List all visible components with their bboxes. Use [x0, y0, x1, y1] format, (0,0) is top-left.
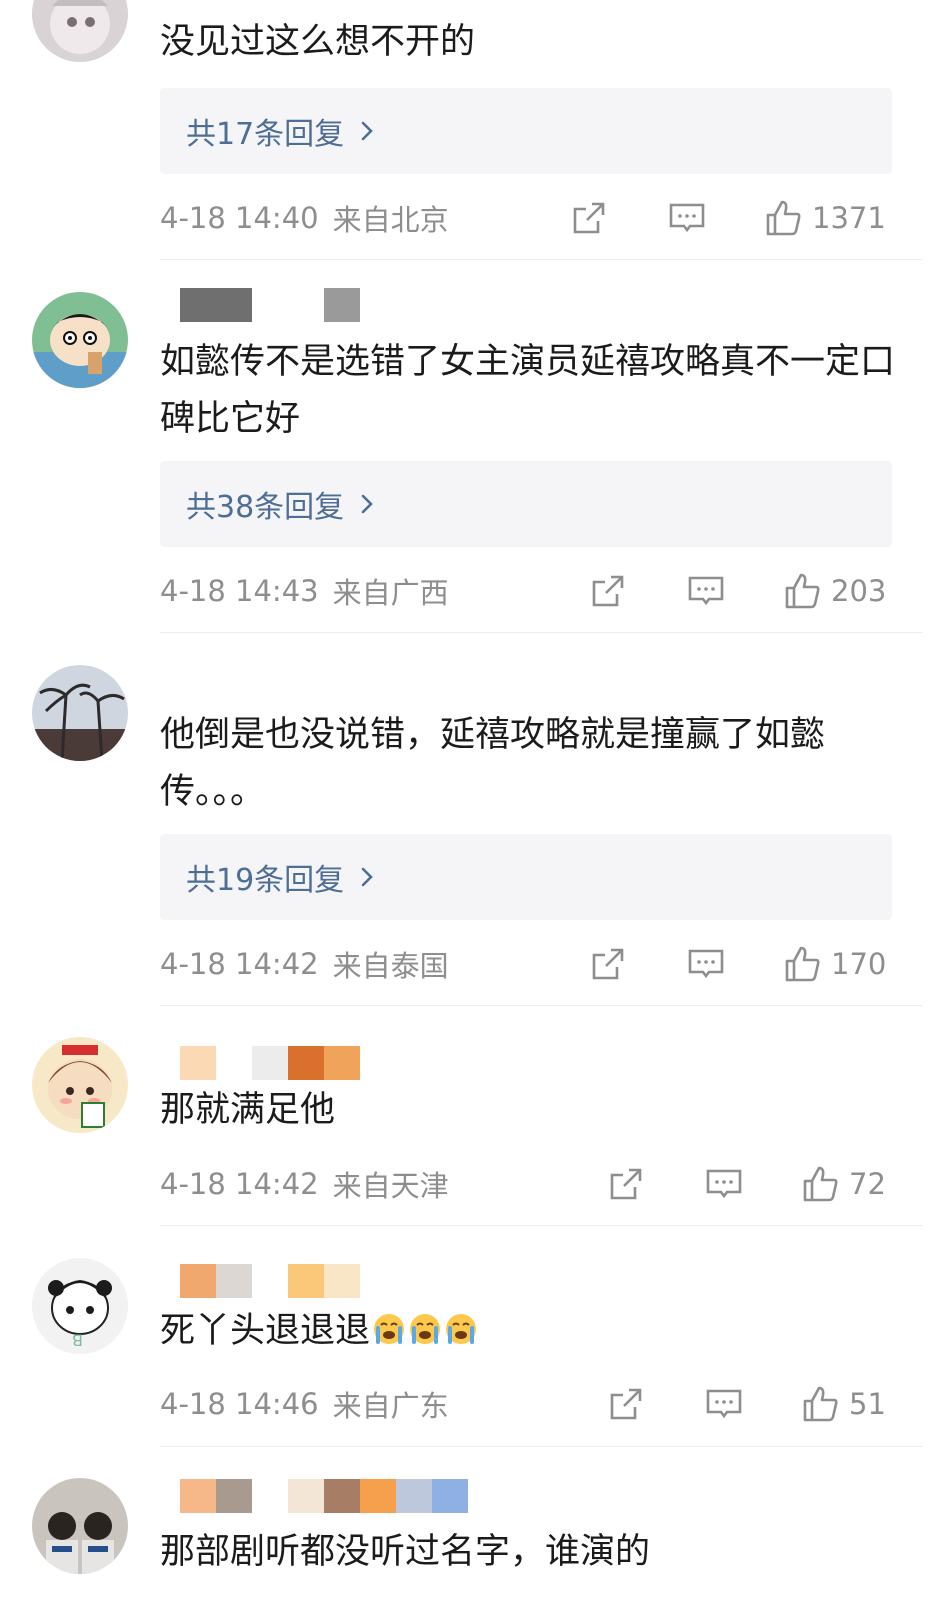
like-count: 203 [831, 574, 887, 608]
share-icon[interactable] [589, 572, 627, 610]
comment-text: 死丫头退退退 [160, 1303, 900, 1360]
thumbs-up-icon[interactable] [783, 945, 821, 983]
replies-count: 共38条回复 [186, 490, 345, 525]
avatar[interactable] [32, 1478, 128, 1574]
crying-face-emoji [410, 1314, 441, 1344]
share-icon[interactable] [607, 1165, 645, 1203]
avatar[interactable] [32, 1037, 128, 1133]
timestamp: 4-18 14:42 [160, 1167, 319, 1201]
action-bar: 72 [607, 1159, 886, 1209]
comment-icon[interactable] [687, 572, 725, 610]
comment-icon[interactable] [668, 199, 706, 237]
share-icon[interactable] [589, 945, 627, 983]
avatar[interactable] [32, 0, 128, 62]
avatar[interactable]: ꓭ [32, 1258, 128, 1354]
comment-icon[interactable] [687, 945, 725, 983]
like-count: 51 [849, 1387, 886, 1421]
share-icon[interactable] [570, 199, 608, 237]
chevron-right-icon [361, 121, 374, 141]
like-count: 72 [849, 1167, 886, 1201]
comment-text: 那部剧听都没听过名字，谁演的 [160, 1532, 651, 1572]
timestamp: 4-18 14:46 [160, 1387, 319, 1421]
divider [160, 632, 922, 633]
replies-button[interactable]: 共17条回复 [160, 88, 892, 174]
chevron-right-icon [361, 867, 374, 887]
comment-meta: 4-18 14:42 来自天津 [160, 1159, 449, 1209]
location: 来自北京 [332, 203, 449, 237]
action-bar: 170 [589, 939, 886, 989]
username-mosaic[interactable] [180, 288, 360, 322]
comment-text: 他倒是也没说错，延禧攻略就是撞赢了如懿传。。。 [160, 715, 826, 812]
like-count: 170 [831, 947, 887, 981]
replies-count: 共19条回复 [186, 863, 345, 898]
comment-meta: 4-18 14:42 来自泰国 [160, 939, 449, 989]
like-count: 1371 [812, 201, 886, 235]
replies-button[interactable]: 共38条回复 [160, 461, 892, 547]
thumbs-up-icon[interactable] [801, 1165, 839, 1203]
action-bar: 203 [589, 566, 886, 616]
avatar[interactable] [32, 292, 128, 388]
location: 来自广东 [332, 1389, 449, 1423]
comment-meta: 4-18 14:40 来自北京 [160, 193, 449, 243]
comment-text: 没见过这么想不开的 [160, 22, 476, 62]
divider [160, 1005, 922, 1006]
comment-text-body: 死丫头退退退 [160, 1311, 371, 1351]
timestamp: 4-18 14:40 [160, 201, 319, 235]
username-mosaic[interactable] [180, 1046, 360, 1080]
comment-icon[interactable] [705, 1165, 743, 1203]
action-bar: 1371 [570, 193, 886, 243]
thumbs-up-icon[interactable] [783, 572, 821, 610]
username-mosaic[interactable] [180, 1479, 468, 1513]
comment-text: 如懿传不是选错了女主演员延禧攻略真不一定口碑比它好 [160, 342, 896, 439]
divider [160, 1225, 922, 1226]
divider [160, 1446, 922, 1447]
timestamp: 4-18 14:42 [160, 947, 319, 981]
divider [160, 259, 922, 260]
chevron-right-icon [361, 494, 374, 514]
crying-face-emoji [446, 1314, 477, 1344]
action-bar: 51 [607, 1379, 886, 1429]
comment-meta: 4-18 14:46 来自广东 [160, 1379, 449, 1429]
thumbs-up-icon[interactable] [801, 1385, 839, 1423]
location: 来自广西 [332, 576, 449, 610]
username-mosaic[interactable] [180, 1264, 360, 1298]
location: 来自泰国 [332, 949, 449, 983]
comment-text: 那就满足他 [160, 1090, 336, 1130]
replies-button[interactable]: 共19条回复 [160, 834, 892, 920]
location: 来自天津 [332, 1169, 449, 1203]
comment-icon[interactable] [705, 1385, 743, 1423]
crying-face-emoji [374, 1314, 405, 1344]
replies-count: 共17条回复 [186, 117, 345, 152]
svg-text:ꓭ: ꓭ [72, 1331, 83, 1350]
share-icon[interactable] [607, 1385, 645, 1423]
thumbs-up-icon[interactable] [764, 199, 802, 237]
comment-meta: 4-18 14:43 来自广西 [160, 566, 449, 616]
timestamp: 4-18 14:43 [160, 574, 319, 608]
avatar[interactable] [32, 665, 128, 761]
